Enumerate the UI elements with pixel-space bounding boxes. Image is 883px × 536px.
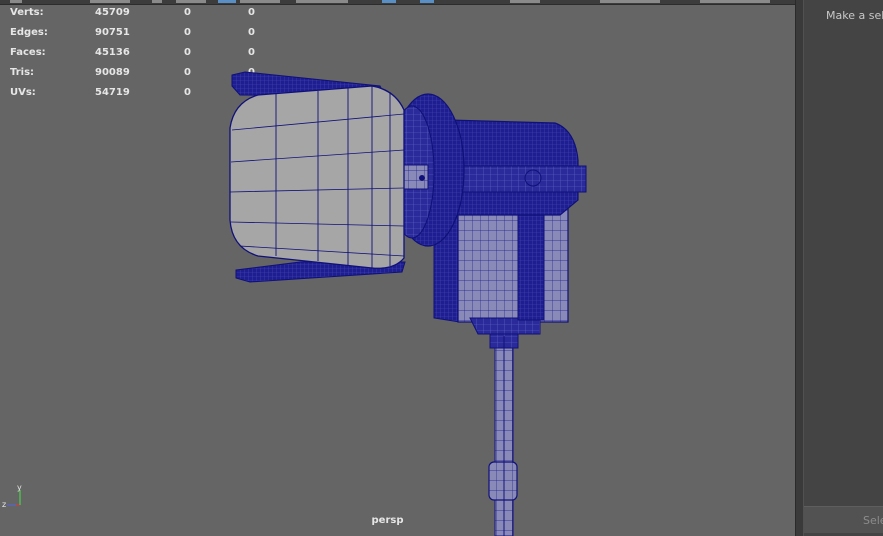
- front-hood[interactable]: [229, 85, 405, 269]
- selection-hint-text: Make a sele: [826, 9, 883, 22]
- axis-y-label: y: [17, 484, 22, 492]
- axis-z-label: z: [2, 500, 6, 509]
- select-button[interactable]: Sele: [804, 506, 883, 533]
- attribute-side-panel: Make a sele Sele: [804, 0, 883, 536]
- spotlight-model[interactable]: [0, 0, 795, 536]
- stand-pole[interactable]: [488, 331, 519, 536]
- camera-name-label: persp: [371, 515, 404, 526]
- viewport-persp[interactable]: Verts: 45709 0 0 Edges: 90751 0 0 Faces:…: [0, 0, 795, 536]
- panel-splitter[interactable]: [795, 0, 804, 536]
- motor-housing[interactable]: [444, 119, 587, 216]
- axis-gizmo-icon: y z: [2, 483, 26, 510]
